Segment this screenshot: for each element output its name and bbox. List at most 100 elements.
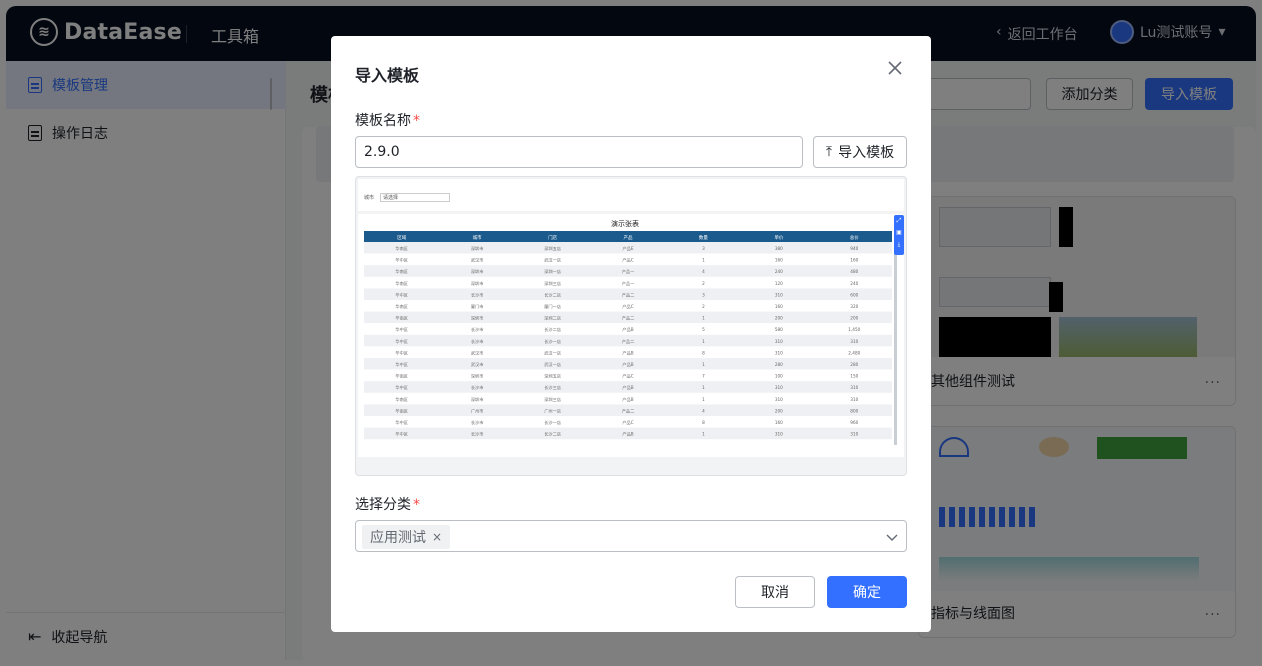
preview-table-cell: 华中区 xyxy=(395,384,408,391)
label-text: 模板名称 xyxy=(355,113,411,129)
preview-table-cell: 产品B xyxy=(622,396,633,403)
preview-table-cell: 160 xyxy=(775,304,783,309)
preview-table-cell: 1 xyxy=(702,362,705,367)
preview-table-cell: 华南区 xyxy=(395,280,408,287)
preview-table-cell: 310 xyxy=(775,385,783,390)
preview-table-title: 演示张表 xyxy=(611,220,639,228)
preview-table-cell: 160 xyxy=(775,258,783,263)
selected-category-tag: 应用测试 × xyxy=(362,525,451,549)
confirm-button[interactable]: 确定 xyxy=(827,576,907,608)
preview-table-cell: 产品B xyxy=(622,326,633,333)
preview-table-cell: 7 xyxy=(702,374,705,379)
preview-table-cell: 310 xyxy=(850,397,858,402)
preview-column-header: 数量 xyxy=(699,234,708,241)
preview-table-cell: 武汉一店 xyxy=(544,349,561,356)
preview-table-cell: 华中区 xyxy=(395,257,408,264)
preview-table-cell: 深圳三店 xyxy=(544,280,561,287)
export-icon: ▣ xyxy=(896,229,902,236)
preview-table-cell: 1 xyxy=(702,339,705,344)
preview-table-cell: 长沙市 xyxy=(471,291,484,298)
expand-icon: ⤢ xyxy=(896,217,902,224)
preview-table-cell: 长沙二店 xyxy=(544,326,561,333)
close-icon[interactable] xyxy=(887,60,903,76)
preview-table-cell: 华南区 xyxy=(395,245,408,252)
preview-table-cell: 2 xyxy=(702,281,705,286)
preview-table-cell: 产品一 xyxy=(622,268,635,275)
required-mark: * xyxy=(413,113,420,129)
preview-table-cell: 800 xyxy=(850,408,858,413)
preview-column-header: 门店 xyxy=(548,234,557,241)
preview-table-cell: 160 xyxy=(775,420,783,425)
preview-table-cell: 产品E xyxy=(622,245,633,252)
preview-table-cell: 1 xyxy=(702,385,705,390)
preview-table-cell: 310 xyxy=(775,292,783,297)
preview-table-cell: 120 xyxy=(775,281,783,286)
import-file-button[interactable]: ⤒ 导入模板 xyxy=(813,136,907,168)
preview-table-cell: 150 xyxy=(850,374,858,379)
preview-table-cell: 产品B xyxy=(622,361,633,368)
cancel-button[interactable]: 取消 xyxy=(735,576,815,608)
preview-canvas: 城市 请选择 演示张表 区域 城市 门店 产品 数量 单价 总价 华南区 深圳市 深圳五店 产品E 3… xyxy=(358,179,904,457)
preview-table-cell: 武汉市 xyxy=(471,361,484,368)
preview-table-cell: 深圳市 xyxy=(471,315,484,322)
label-text: 选择分类 xyxy=(355,497,411,513)
preview-table-cell: 华南区 xyxy=(395,373,408,380)
preview-column-header: 产品 xyxy=(624,234,633,241)
input-value: 2.9.0 xyxy=(364,144,400,160)
preview-table-cell: 280 xyxy=(775,362,783,367)
import-template-dialog: 导入模板 模板名称 * 2.9.0 ⤒ 导入模板 城市 请选择 演示张表 区域 城市… xyxy=(331,36,931,632)
preview-table-cell: 产品一 xyxy=(622,280,635,287)
template-preview: 城市 请选择 演示张表 区域 城市 门店 产品 数量 单价 总价 华南区 深圳市 深圳五店 产品E 3… xyxy=(355,176,907,476)
preview-table-cell: 深圳市 xyxy=(471,373,484,380)
preview-table-cell: 940 xyxy=(850,246,858,251)
preview-table-cell: 深圳五店 xyxy=(544,245,561,252)
preview-table-cell: 华中区 xyxy=(395,291,408,298)
preview-table-cell: 1 xyxy=(702,258,705,263)
preview-table-cell: 长沙二店 xyxy=(544,291,561,298)
preview-table-cell: 长沙三店 xyxy=(544,384,561,391)
preview-table-cell: 1 xyxy=(702,432,705,437)
preview-table-cell: 3 xyxy=(702,246,705,251)
preview-table-cell: 厦门一店 xyxy=(544,303,561,310)
preview-table-cell: 4 xyxy=(702,269,705,274)
category-label: 选择分类 * xyxy=(355,494,420,514)
preview-table-cell: 5 xyxy=(702,327,705,332)
preview-table-cell: 240 xyxy=(850,281,858,286)
preview-table-cell: 武汉一店 xyxy=(544,361,561,368)
preview-table-cell: 华中区 xyxy=(395,361,408,368)
preview-table-cell: 310 xyxy=(850,339,858,344)
preview-table-cell: 310 xyxy=(850,432,858,437)
preview-table-cell: 广州市 xyxy=(471,407,484,414)
preview-table-cell: 华南区 xyxy=(395,303,408,310)
preview-table-cell: 深圳三店 xyxy=(544,396,561,403)
preview-table-cell: 产品二 xyxy=(622,315,635,322)
preview-column-header: 总价 xyxy=(850,234,859,241)
preview-table-cell: 长沙一店 xyxy=(544,419,561,426)
preview-scrollbar xyxy=(894,245,897,445)
preview-table-cell: 产品C xyxy=(622,257,633,264)
dialog-title: 导入模板 xyxy=(355,66,420,85)
preview-table-cell: 长沙市 xyxy=(471,338,484,345)
preview-table-cell: 2 xyxy=(702,304,705,309)
preview-table-cell: 产品B xyxy=(622,384,633,391)
preview-table-cell: 320 xyxy=(850,304,858,309)
preview-table-cell: 武汉一店 xyxy=(544,257,561,264)
category-select[interactable]: 应用测试 × xyxy=(355,520,907,552)
preview-table-cell: 200 xyxy=(775,408,783,413)
preview-table-cell: 深圳市 xyxy=(471,268,484,275)
preview-column-header: 区域 xyxy=(397,234,406,241)
preview-table-cell: 武汉市 xyxy=(471,257,484,264)
preview-filter: 城市 请选择 xyxy=(364,193,451,202)
preview-table-cell: 100 xyxy=(775,374,783,379)
preview-table-cell: 深圳一店 xyxy=(544,268,561,275)
preview-toolbar: ⤢ ▣ ⤓ xyxy=(894,215,904,255)
preview-table-cell: 3 xyxy=(702,292,705,297)
preview-table-cell: 华中区 xyxy=(395,419,408,426)
preview-table-cell: 8 xyxy=(702,420,705,425)
preview-table-cell: 长沙市 xyxy=(471,419,484,426)
preview-column-header: 单价 xyxy=(774,234,783,241)
preview-table-cell: 深圳市 xyxy=(471,396,484,403)
tag-close-icon[interactable]: × xyxy=(432,530,442,544)
preview-table-cell: 华中区 xyxy=(395,431,408,438)
template-name-input[interactable]: 2.9.0 xyxy=(355,136,803,168)
